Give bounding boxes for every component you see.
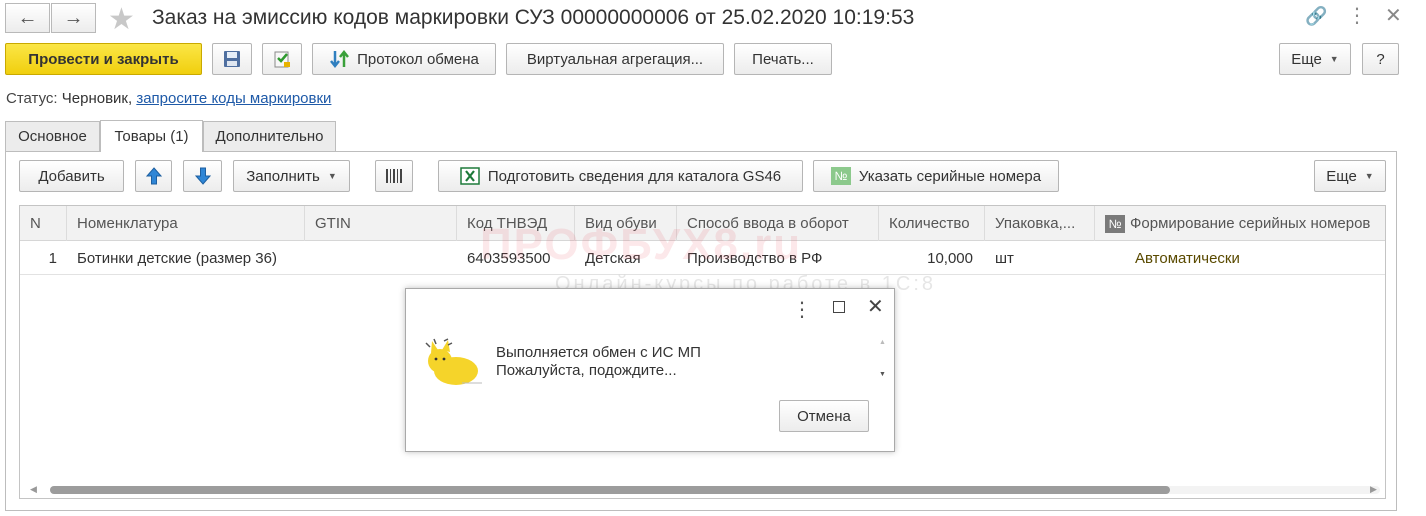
back-button[interactable]: ← xyxy=(5,3,50,33)
prepare-gs46-button[interactable]: Подготовить сведения для каталога GS46 xyxy=(438,160,803,192)
caret-down-icon: ▼ xyxy=(327,171,337,181)
header-gtin[interactable]: GTIN xyxy=(305,206,457,241)
maximize-icon[interactable] xyxy=(833,301,845,313)
scroll-down-icon[interactable]: ▼ xyxy=(879,371,886,378)
goods-more-button[interactable]: Еще ▼ xyxy=(1314,160,1386,192)
save-button[interactable] xyxy=(212,43,252,75)
header-quantity[interactable]: Количество xyxy=(879,206,985,241)
header-nomenclature[interactable]: Номенклатура xyxy=(67,206,305,241)
fill-button[interactable]: Заполнить ▼ xyxy=(233,160,350,192)
caret-down-icon: ▼ xyxy=(1329,54,1339,64)
cell-n: 1 xyxy=(48,249,57,267)
specify-serial-numbers-button[interactable]: № Указать серийные номера xyxy=(813,160,1059,192)
more-button[interactable]: Еще ▼ xyxy=(1279,43,1351,75)
dialog-message-line2: Пожалуйста, подождите... xyxy=(496,362,677,379)
exchange-progress-dialog: ⋮ ✕ Выполняется обмен с ИС МП Пожалуйста… xyxy=(405,288,895,452)
dialog-more-icon[interactable]: ⋮ xyxy=(792,297,812,322)
exchange-arrows-icon xyxy=(330,49,350,69)
move-up-button[interactable] xyxy=(135,160,172,192)
exchange-log-button[interactable]: Протокол обмена xyxy=(312,43,496,75)
caret-down-icon: ▼ xyxy=(1364,171,1374,181)
watermark-logo: ПРОФБУХ8.ru xyxy=(480,220,803,269)
number-sign-icon: № xyxy=(830,167,851,185)
dialog-message-line1: Выполняется обмен с ИС МП xyxy=(496,344,701,361)
waiting-cat-icon xyxy=(425,338,482,385)
arrow-right-icon: → xyxy=(63,6,84,29)
floppy-disk-icon xyxy=(224,51,240,67)
tab-main[interactable]: Основное xyxy=(5,121,100,151)
scroll-up-icon[interactable]: ▲ xyxy=(879,339,886,346)
cell-serial-generation: Автоматически xyxy=(1135,249,1240,267)
arrow-left-icon: ← xyxy=(17,6,38,29)
forward-button[interactable]: → xyxy=(51,3,96,33)
tab-goods[interactable]: Товары (1) xyxy=(100,120,203,152)
window-title: Заказ на эмиссию кодов маркировки СУЗ 00… xyxy=(152,6,915,29)
cell-gtin xyxy=(305,241,457,275)
cell-package: шт xyxy=(995,249,1014,267)
link-icon[interactable]: 🔗 xyxy=(1305,6,1327,27)
more-vertical-icon[interactable]: ⋮ xyxy=(1347,3,1367,28)
dialog-close-icon[interactable]: ✕ xyxy=(867,294,884,319)
move-down-button[interactable] xyxy=(183,160,222,192)
cancel-button[interactable]: Отмена xyxy=(779,400,869,432)
post-document-icon xyxy=(274,51,290,68)
number-sign-icon: № xyxy=(1105,214,1125,233)
post-and-close-button[interactable]: Провести и закрыть xyxy=(5,43,202,75)
header-serial-generation[interactable]: № Формирование серийных номеров xyxy=(1095,206,1387,241)
scroll-right-icon[interactable]: ▶ xyxy=(1370,484,1377,495)
scrollbar-thumb[interactable] xyxy=(50,486,1170,494)
post-button[interactable] xyxy=(262,43,302,75)
virtual-aggregation-button[interactable]: Виртуальная агрегация... xyxy=(506,43,724,75)
barcode-icon xyxy=(386,169,402,183)
cell-quantity: 10,000 xyxy=(927,249,973,267)
scroll-left-icon[interactable]: ◀ xyxy=(30,484,37,495)
arrow-up-icon xyxy=(145,167,162,185)
horizontal-scrollbar[interactable] xyxy=(50,486,1380,494)
cell-nomenclature: Ботинки детские (размер 36) xyxy=(77,249,277,267)
status-line: Статус: Черновик, запросите коды маркиро… xyxy=(6,90,332,107)
close-icon[interactable]: ✕ xyxy=(1385,3,1402,28)
arrow-down-icon xyxy=(194,167,211,185)
print-button[interactable]: Печать... xyxy=(734,43,832,75)
help-button[interactable]: ? xyxy=(1362,43,1399,75)
barcode-scan-button[interactable] xyxy=(375,160,413,192)
tab-additional[interactable]: Дополнительно xyxy=(203,121,336,151)
excel-icon xyxy=(460,167,480,185)
request-codes-link[interactable]: запросите коды маркировки xyxy=(136,90,331,107)
add-button[interactable]: Добавить xyxy=(19,160,124,192)
header-n[interactable]: N xyxy=(20,206,67,241)
favorite-star-icon[interactable]: ★ xyxy=(108,2,135,37)
header-package[interactable]: Упаковка,... xyxy=(985,206,1095,241)
